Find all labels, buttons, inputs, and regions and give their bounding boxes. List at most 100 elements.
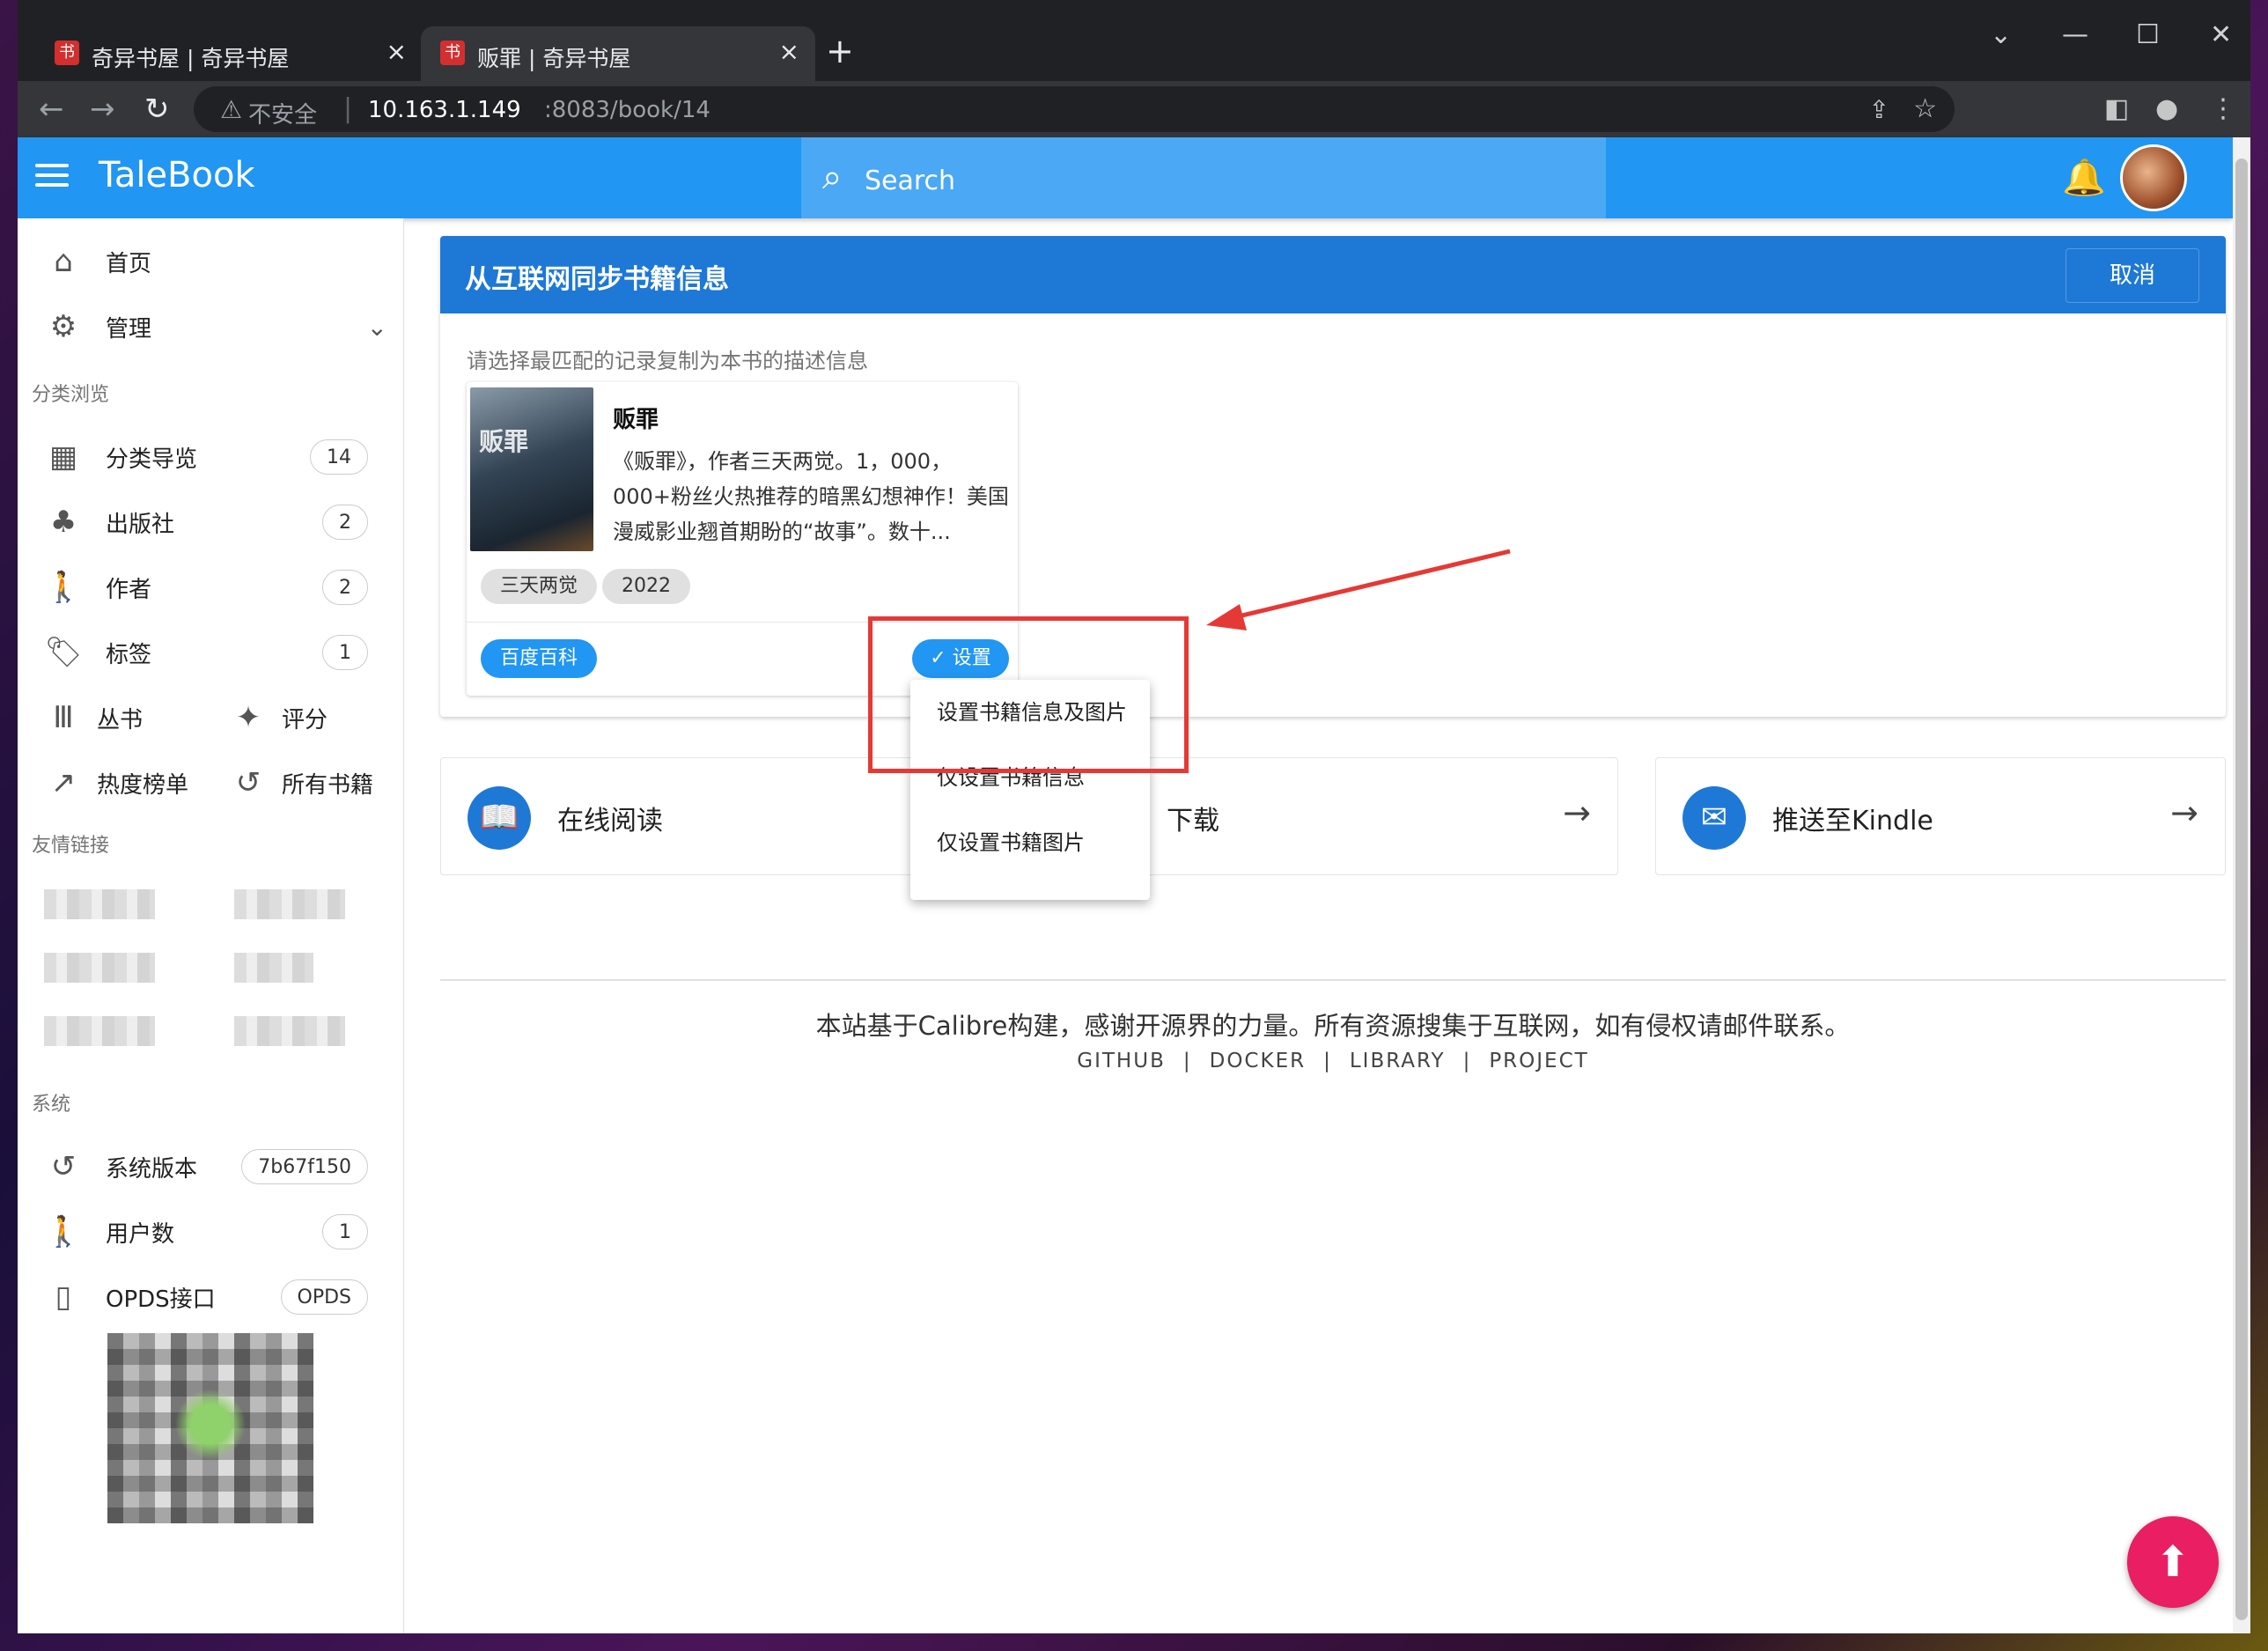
address-bar: ← → ↻ ⚠ 不安全 | 10.163.1.149 :8083/book/14… — [18, 81, 2250, 137]
share-icon[interactable]: ⇪ — [1869, 95, 1889, 124]
close-window-icon[interactable]: ✕ — [2210, 19, 2232, 50]
bell-icon[interactable]: 🔔 — [2062, 157, 2106, 198]
tab-home[interactable]: 书 奇异书屋 | 奇异书屋 × — [35, 26, 423, 81]
footer-divider — [440, 979, 2226, 981]
source-button[interactable]: 百度百科 — [481, 639, 598, 678]
scrollbar[interactable] — [2233, 137, 2250, 1633]
tab-strip: 书 奇异书屋 | 奇异书屋 × 书 贩罪 | 奇异书屋 × + ⌄ — ☐ ✕ — [18, 0, 2250, 81]
person-icon: 🚶 — [44, 1214, 83, 1249]
sidebar-item-publisher[interactable]: ♣ 出版社 — [44, 500, 174, 544]
upload-icon: ⬆ — [2154, 1537, 2191, 1587]
year-chip[interactable]: 2022 — [602, 569, 690, 604]
search-field[interactable]: ⌕ Search — [801, 137, 1606, 218]
profile-icon[interactable]: ● — [2155, 93, 2178, 124]
bookmark-star-icon[interactable]: ☆ — [1913, 93, 1937, 124]
sidebar-item-categories[interactable]: ▦ 分类导览 — [44, 435, 197, 479]
book-icon: 📖 — [468, 786, 531, 850]
home-icon: ⌂ — [54, 244, 73, 279]
close-icon[interactable]: × — [387, 37, 407, 66]
blurred-link[interactable] — [234, 889, 345, 919]
footer-link-project[interactable]: PROJECT — [1489, 1050, 1588, 1072]
footer-link-docker[interactable]: DOCKER — [1210, 1050, 1306, 1072]
count-badge: 2 — [322, 570, 368, 605]
qr-code-image — [107, 1333, 313, 1523]
trending-icon: ↗ — [50, 765, 77, 800]
reload-icon[interactable]: ↻ — [144, 92, 170, 127]
brand-title[interactable]: TaleBook — [99, 155, 255, 195]
tab-search-icon[interactable]: ⌄ — [1990, 19, 2012, 50]
tag-icon: 🏷 — [44, 635, 83, 670]
sidebar-item-users[interactable]: 🚶 用户数 — [44, 1210, 174, 1254]
menu-item-set-image-only[interactable]: 仅设置书籍图片 — [910, 810, 1150, 875]
action-label: 在线阅读 — [557, 806, 663, 837]
avatar[interactable] — [2120, 144, 2187, 211]
instruction-text: 请选择最匹配的记录复制为本书的描述信息 — [467, 349, 868, 373]
push-kindle-card[interactable]: ✉ 推送至Kindle → — [1655, 757, 2226, 875]
tab-book[interactable]: 书 贩罪 | 奇异书屋 × — [421, 26, 815, 81]
person-icon: 🚶 — [44, 570, 83, 605]
phone-icon: ▯ — [55, 1279, 72, 1315]
book-title: 贩罪 — [613, 407, 659, 433]
card-title: 从互联网同步书籍信息 — [465, 264, 729, 295]
count-badge: 1 — [322, 1214, 368, 1249]
tab-title: 贩罪 | 奇异书屋 — [477, 46, 631, 71]
book-cover-image: 贩罪 — [470, 387, 593, 551]
sidebar-item-tags[interactable]: 🏷 标签 — [44, 630, 151, 674]
sidebar-item-all-books[interactable]: ↺ 所有书籍 — [229, 761, 373, 805]
history-icon: ↺ — [50, 1149, 77, 1184]
sidebar-item-hot[interactable]: ↗ 热度榜单 — [44, 761, 188, 805]
annotation-arrow — [1206, 549, 1511, 630]
sidebar-item-manage[interactable]: ⚙ 管理 ⌄ — [44, 305, 387, 349]
url-field[interactable]: ⚠ 不安全 | 10.163.1.149 :8083/book/14 ⇪ ☆ — [194, 86, 1955, 132]
scrollbar-thumb[interactable] — [2235, 158, 2248, 1620]
footer-text: 本站基于Calibre构建，感谢开源界的力量。所有资源搜集于互联网，如有侵权请邮… — [815, 1011, 1851, 1041]
count-badge: 1 — [322, 635, 368, 670]
count-badge: 2 — [322, 505, 368, 540]
side-panel-icon[interactable]: ◧ — [2104, 93, 2129, 124]
sidebar-item-version[interactable]: ↺ 系统版本 — [44, 1145, 197, 1189]
arrow-right-icon: → — [1563, 793, 1591, 832]
gear-icon: ⚙ — [49, 309, 77, 344]
footer-links: GITHUB | DOCKER | LIBRARY | PROJECT — [1077, 1050, 1589, 1072]
rating-icon: ✦ — [235, 700, 261, 735]
minimize-icon[interactable]: — — [2062, 19, 2088, 50]
cancel-button[interactable]: 取消 — [2066, 248, 2199, 303]
section-header-system: 系统 — [32, 1094, 71, 1116]
security-label: 不安全 — [248, 102, 318, 129]
dashboard-icon: ▦ — [48, 439, 78, 475]
sidebar-item-home[interactable]: ⌂ 首页 — [44, 240, 151, 284]
blurred-link[interactable] — [234, 953, 313, 983]
blurred-link[interactable] — [44, 1016, 155, 1046]
scroll-to-top-button[interactable]: ⬆ — [2127, 1516, 2219, 1608]
blurred-link[interactable] — [234, 1016, 345, 1046]
sidebar: ⌂ 首页 ⚙ 管理 ⌄ 分类浏览 ▦ 分类导览 14 ♣ 出版社 2 🚶 作者 2 🏷 标签 … — [18, 218, 404, 1633]
url-path: :8083/book/14 — [544, 97, 711, 123]
menu-dots-icon[interactable]: ⋮ — [2210, 93, 2236, 124]
highlight-box — [868, 616, 1189, 773]
hamburger-menu-icon[interactable] — [35, 164, 69, 192]
sidebar-item-opds[interactable]: ▯ OPDS接口 — [44, 1275, 216, 1319]
maximize-icon[interactable]: ☐ — [2136, 19, 2160, 50]
close-icon[interactable]: × — [779, 37, 799, 66]
email-icon: ✉ — [1683, 786, 1746, 850]
back-icon[interactable]: ← — [39, 92, 64, 127]
action-label: 下载 — [1167, 806, 1219, 837]
sidebar-item-series[interactable]: Ⅲ 丛书 — [44, 696, 143, 740]
app-bar: TaleBook ⌕ Search 🔔 — [18, 137, 2233, 218]
url-separator: | — [343, 93, 353, 124]
new-tab-icon[interactable]: + — [826, 32, 854, 70]
warning-icon[interactable]: ⚠ — [220, 95, 242, 124]
opds-badge: OPDS — [280, 1279, 368, 1315]
footer-link-library[interactable]: LIBRARY — [1350, 1050, 1446, 1072]
chevron-down-icon: ⌄ — [366, 312, 387, 342]
sidebar-item-author[interactable]: 🚶 作者 — [44, 565, 151, 609]
card-header: 从互联网同步书籍信息 取消 — [440, 236, 2226, 313]
sidebar-item-rating[interactable]: ✦ 评分 — [229, 696, 328, 740]
blurred-link[interactable] — [44, 889, 155, 919]
blurred-link[interactable] — [44, 953, 155, 983]
forward-icon[interactable]: → — [90, 92, 115, 127]
cover-text: 贩罪 — [479, 427, 529, 456]
search-placeholder: Search — [865, 166, 956, 196]
author-chip[interactable]: 三天两觉 — [481, 569, 598, 604]
footer-link-github[interactable]: GITHUB — [1077, 1050, 1166, 1072]
